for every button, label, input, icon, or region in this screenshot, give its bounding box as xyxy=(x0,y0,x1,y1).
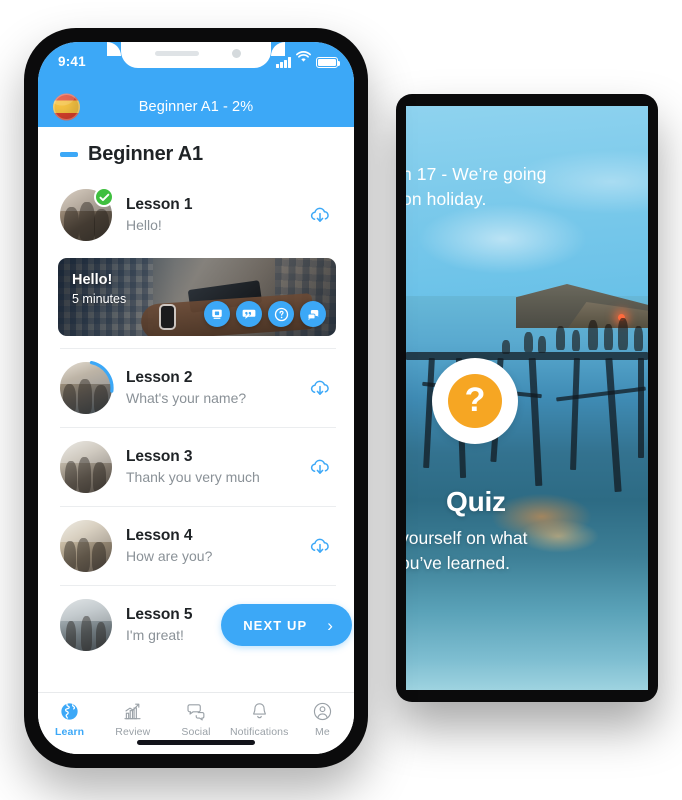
question-mark-icon: ? xyxy=(448,374,502,428)
signal-bars-icon xyxy=(276,57,291,68)
avatar xyxy=(60,187,114,241)
tablet-headline: n 17 - We’re going on holiday. xyxy=(406,162,648,212)
lesson-title: Lesson 5 xyxy=(126,606,193,623)
conversation-button[interactable] xyxy=(300,301,326,327)
quiz-badge: ? xyxy=(432,358,518,444)
person-icon xyxy=(312,700,333,722)
tab-review[interactable]: Review xyxy=(101,700,164,738)
phone-device: 9:41 Beginner A1 - 2% Beginner A1 Lesson… xyxy=(24,28,368,768)
scene: n 17 - We’re going on holiday. ? Quiz yo… xyxy=(0,0,682,800)
lesson-subtitle: I'm great! xyxy=(126,627,184,643)
lesson-text: Lesson 2 What's your name? xyxy=(126,368,294,408)
list-item[interactable]: Lesson 4 How are you? xyxy=(38,507,354,585)
tablet-headline-line1: n 17 - We’re going xyxy=(406,164,547,184)
vocabulary-quote-icon xyxy=(242,307,256,321)
lesson-subtitle: What's your name? xyxy=(126,390,247,406)
tab-label: Notifications xyxy=(229,726,289,738)
lesson-card-title: Hello! xyxy=(72,272,113,288)
home-indicator[interactable] xyxy=(137,740,255,745)
cloud-download-icon[interactable] xyxy=(308,376,332,400)
question-mark-icon xyxy=(274,307,289,322)
lesson-text: Lesson 4 How are you? xyxy=(126,526,294,566)
lesson-title: Lesson 4 xyxy=(126,527,193,544)
tab-notifications[interactable]: Notifications xyxy=(228,700,291,738)
app-title: Beginner A1 - 2% xyxy=(138,98,254,115)
status-bar: 9:41 xyxy=(38,42,354,86)
status-icons xyxy=(276,51,341,68)
avatar xyxy=(60,599,112,651)
lesson-text: Lesson 3 Thank you very much xyxy=(126,447,294,487)
lesson-card-duration: 5 minutes xyxy=(72,292,127,306)
spain-flag-icon[interactable] xyxy=(53,93,80,120)
cloud-download-icon[interactable] xyxy=(308,534,332,558)
quiz-subtitle-line2: ou’ve learned. xyxy=(406,553,510,573)
notch-right-corner xyxy=(271,42,285,56)
tab-label: Learn xyxy=(55,726,85,738)
lesson-text: Lesson 5 I'm great! xyxy=(126,605,207,645)
list-item[interactable]: Lesson 3 Thank you very much xyxy=(38,428,354,506)
lesson-thumbnail xyxy=(60,362,112,414)
section-header[interactable]: Beginner A1 xyxy=(38,127,354,176)
lesson-list: Lesson 1 Hello! Hello! 5 minutes Lesson … xyxy=(38,176,354,664)
tablet-device: n 17 - We’re going on holiday. ? Quiz yo… xyxy=(396,94,658,702)
card-photo-watch xyxy=(160,306,174,329)
lesson-card-actions xyxy=(204,301,326,327)
lesson-title: Lesson 3 xyxy=(126,448,193,465)
tab-label: Review xyxy=(115,726,151,738)
expanded-lesson-card[interactable]: Hello! 5 minutes xyxy=(58,258,336,336)
tab-me[interactable]: Me xyxy=(291,700,354,738)
lesson-subtitle: Hello! xyxy=(126,217,162,233)
screen-body: Beginner A1 Lesson 1 Hello! Hello! 5 min… xyxy=(38,127,354,754)
bar-chart-icon xyxy=(122,700,143,722)
expanded-lesson-card-wrap: Hello! 5 minutes xyxy=(38,254,354,348)
list-item[interactable]: Lesson 2 What's your name? xyxy=(38,349,354,427)
chevron-right-icon: › xyxy=(327,615,334,635)
quiz-button[interactable] xyxy=(268,301,294,327)
lesson-subtitle: How are you? xyxy=(126,548,213,564)
avatar xyxy=(60,520,112,572)
chat-bubble-icon xyxy=(186,700,207,722)
lesson-thumbnail xyxy=(60,599,112,651)
list-item[interactable]: Lesson 1 Hello! xyxy=(38,176,354,254)
cloud-download-icon[interactable] xyxy=(308,203,332,227)
notch-left-corner xyxy=(107,42,121,56)
app-header: Beginner A1 - 2% xyxy=(38,86,354,127)
battery-icon xyxy=(316,57,341,68)
status-time: 9:41 xyxy=(58,54,86,69)
lesson-title: Lesson 2 xyxy=(126,369,193,386)
lesson-text: Lesson 1 Hello! xyxy=(126,195,294,235)
tablet-headline-line2: on holiday. xyxy=(406,189,487,209)
tab-social[interactable]: Social xyxy=(164,700,227,738)
lesson-thumbnail xyxy=(60,441,112,493)
check-circle-icon xyxy=(94,187,114,207)
bell-icon xyxy=(249,700,270,722)
lesson-thumbnail xyxy=(60,520,112,572)
quiz-subtitle: yourself on what ou’ve learned. xyxy=(406,526,648,576)
minus-collapse-icon[interactable] xyxy=(60,152,78,157)
avatar xyxy=(58,360,114,416)
next-up-label: NEXT UP xyxy=(243,617,308,633)
next-up-button[interactable]: NEXT UP › xyxy=(221,604,352,646)
list-item[interactable]: Lesson 5 I'm great! NEXT UP › xyxy=(38,586,354,664)
video-button[interactable] xyxy=(204,301,230,327)
globe-icon xyxy=(59,700,80,722)
vocabulary-button[interactable] xyxy=(236,301,262,327)
avatar xyxy=(60,441,112,493)
quiz-subtitle-line1: yourself on what xyxy=(406,528,528,548)
tab-learn[interactable]: Learn xyxy=(38,700,101,738)
phone-notch xyxy=(121,42,271,68)
chat-bubbles-icon xyxy=(306,307,321,322)
wifi-icon xyxy=(296,50,311,68)
section-title: Beginner A1 xyxy=(88,143,203,165)
phone-screen: 9:41 Beginner A1 - 2% Beginner A1 Lesson… xyxy=(38,42,354,754)
lesson-subtitle: Thank you very much xyxy=(126,469,260,485)
tab-label: Me xyxy=(315,726,330,738)
tablet-screen: n 17 - We’re going on holiday. ? Quiz yo… xyxy=(406,106,648,690)
lesson-title: Lesson 1 xyxy=(126,196,193,213)
video-lesson-icon xyxy=(210,307,224,321)
quiz-title: Quiz xyxy=(446,486,506,517)
tablet-pier-structure xyxy=(406,296,648,690)
cloud-download-icon[interactable] xyxy=(308,455,332,479)
tab-label: Social xyxy=(181,726,211,738)
